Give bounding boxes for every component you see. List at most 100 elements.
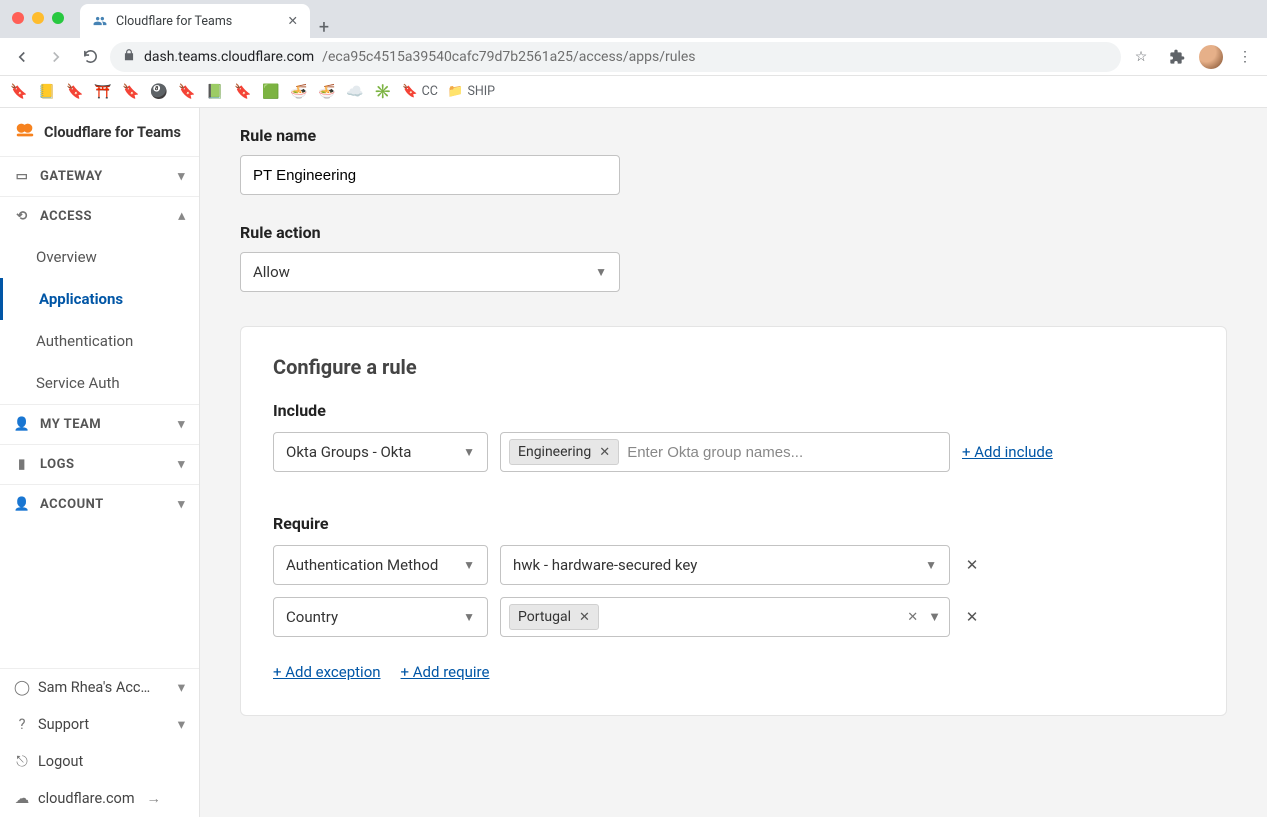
require-selector-1[interactable]: Authentication Method ▼ [273,545,488,585]
close-tab-icon[interactable]: ✕ [288,13,298,29]
bookmark-icon[interactable]: 📒 [38,83,56,101]
require-value-input-2[interactable]: Portugal ✕ ✕ ▼ [500,597,950,637]
help-icon: ? [14,716,30,733]
chevron-down-icon: ▾ [178,716,185,733]
bookmark-icon[interactable]: 📗 [206,83,224,101]
cloud-icon: ☁ [14,790,30,807]
browser-tab[interactable]: Cloudflare for Teams ✕ [80,4,310,38]
maximize-window-icon[interactable] [52,12,64,24]
rule-actions: + Add exception + Add require [273,663,1194,681]
include-text-input[interactable] [625,438,941,467]
bookmark-icon[interactable]: 🔖 [10,83,28,101]
window-controls [12,12,64,24]
include-values-input[interactable]: Engineering ✕ [500,432,950,472]
bookmark-icon[interactable]: 🔖 [234,83,252,101]
chevron-down-icon: ▼ [463,445,475,459]
kebab-menu-icon[interactable]: ⋮ [1231,43,1259,71]
star-icon[interactable]: ☆ [1127,43,1155,71]
require-value-select-1[interactable]: hwk - hardware-secured key ▼ [500,545,950,585]
minimize-window-icon[interactable] [32,12,44,24]
brand[interactable]: Cloudflare for Teams [0,108,199,156]
access-icon: ⟲ [14,209,30,224]
rule-action-label: Rule action [240,223,1227,242]
chevron-down-icon: ▼ [928,609,941,625]
account-icon: 👤 [14,497,30,512]
clear-icon[interactable]: ✕ [907,610,918,625]
url-host: dash.teams.cloudflare.com [144,49,314,65]
profile-avatar[interactable] [1199,45,1223,69]
sidebar-item-authentication[interactable]: Authentication [0,320,199,362]
sidebar-item-account[interactable]: 👤 Account ▾ [0,485,199,524]
bookmark-icon[interactable]: 🔖 [66,83,84,101]
logout-link[interactable]: ⎋ Logout [0,743,199,780]
back-button[interactable] [8,43,36,71]
chevron-down-icon: ▼ [925,558,937,572]
sidebar-item-my-team[interactable]: 👤 My Team ▾ [0,405,199,444]
add-exception-button[interactable]: + Add exception [273,663,381,681]
include-label: Include [273,401,1194,420]
include-selector[interactable]: Okta Groups - Okta ▼ [273,432,488,472]
bookmark-icon[interactable]: 🍜 [290,83,308,101]
extensions-icon[interactable] [1163,43,1191,71]
bookmark-icon[interactable]: 🟩 [262,83,280,101]
tab-strip: Cloudflare for Teams ✕ + [0,0,1267,38]
cloudflare-link[interactable]: ☁ cloudflare.com → [0,780,199,817]
browser-toolbar: dash.teams.cloudflare.com/eca95c4515a395… [0,38,1267,76]
bookmark-icon[interactable]: ✳️ [374,83,392,101]
card-title: Configure a rule [273,355,1194,379]
add-require-button[interactable]: + Add require [401,663,490,681]
sidebar-item-gateway[interactable]: ▭ Gateway ▾ [0,157,199,196]
sidebar-item-applications[interactable]: Applications [0,278,199,320]
sidebar: Cloudflare for Teams ▭ Gateway ▾ ⟲ Acces… [0,108,200,817]
new-tab-button[interactable]: + [310,17,338,38]
require-selector-2[interactable]: Country ▼ [273,597,488,637]
support-link[interactable]: ? Support ▾ [0,706,199,743]
chevron-down-icon: ▼ [595,265,607,279]
remove-require-row-2[interactable]: ✕ [962,608,982,626]
sidebar-item-logs[interactable]: ▮ Logs ▾ [0,445,199,484]
remove-require-row-1[interactable]: ✕ [962,556,982,574]
rule-name-input[interactable] [240,155,620,195]
configure-rule-card: Configure a rule Include Okta Groups - O… [240,326,1227,716]
chevron-down-icon: ▾ [178,457,185,472]
close-window-icon[interactable] [12,12,24,24]
brand-text: Cloudflare for Teams [44,124,181,141]
browser-chrome: Cloudflare for Teams ✕ + dash.teams.clou… [0,0,1267,108]
bookmark-icon[interactable]: ⛩️ [94,83,112,101]
people-icon [92,13,108,29]
app-shell: Cloudflare for Teams ▭ Gateway ▾ ⟲ Acces… [0,108,1267,817]
chevron-down-icon: ▾ [178,497,185,512]
url-path: /eca95c4515a39540cafc79d7b2561a25/access… [322,49,695,65]
rule-action-value: Allow [253,263,290,281]
cloudflare-logo-icon [14,122,36,142]
arrow-right-icon: → [147,790,162,807]
reload-button[interactable] [76,43,104,71]
sidebar-item-access[interactable]: ⟲ Access ▾ [0,197,199,236]
rule-action-select[interactable]: Allow ▼ [240,252,620,292]
chevron-down-icon: ▼ [463,610,475,624]
require-row-country: Country ▼ Portugal ✕ ✕ ▼ ✕ [273,597,1194,637]
bookmark-icon[interactable]: 🎱 [150,83,168,101]
forward-button[interactable] [42,43,70,71]
address-bar[interactable]: dash.teams.cloudflare.com/eca95c4515a395… [110,42,1121,72]
bookmark-icon[interactable]: ☁️ [346,83,364,101]
sidebar-item-overview[interactable]: Overview [0,236,199,278]
bookmark-icon[interactable]: 🍜 [318,83,336,101]
bookmark-ship[interactable]: 📁SHIP [448,84,495,99]
rule-name-field[interactable] [253,167,607,184]
bookmark-cc[interactable]: 🔖CC [402,84,438,99]
chip-remove-icon[interactable]: ✕ [579,610,590,625]
bookmark-icon[interactable]: 🔖 [178,83,196,101]
account-switcher[interactable]: ◯ Sam Rhea's Acc… ▾ [0,669,199,706]
bookmark-icon[interactable]: 🔖 [122,83,140,101]
chip-remove-icon[interactable]: ✕ [599,445,610,460]
lock-icon [122,48,136,66]
gateway-icon: ▭ [14,169,30,184]
tab-title: Cloudflare for Teams [116,14,232,29]
user-circle-icon: ◯ [14,679,30,696]
team-icon: 👤 [14,417,30,432]
add-include-button[interactable]: + Add include [962,443,1053,461]
logout-icon: ⎋ [14,753,30,770]
chevron-down-icon: ▾ [178,417,185,432]
sidebar-item-service-auth[interactable]: Service Auth [0,362,199,404]
